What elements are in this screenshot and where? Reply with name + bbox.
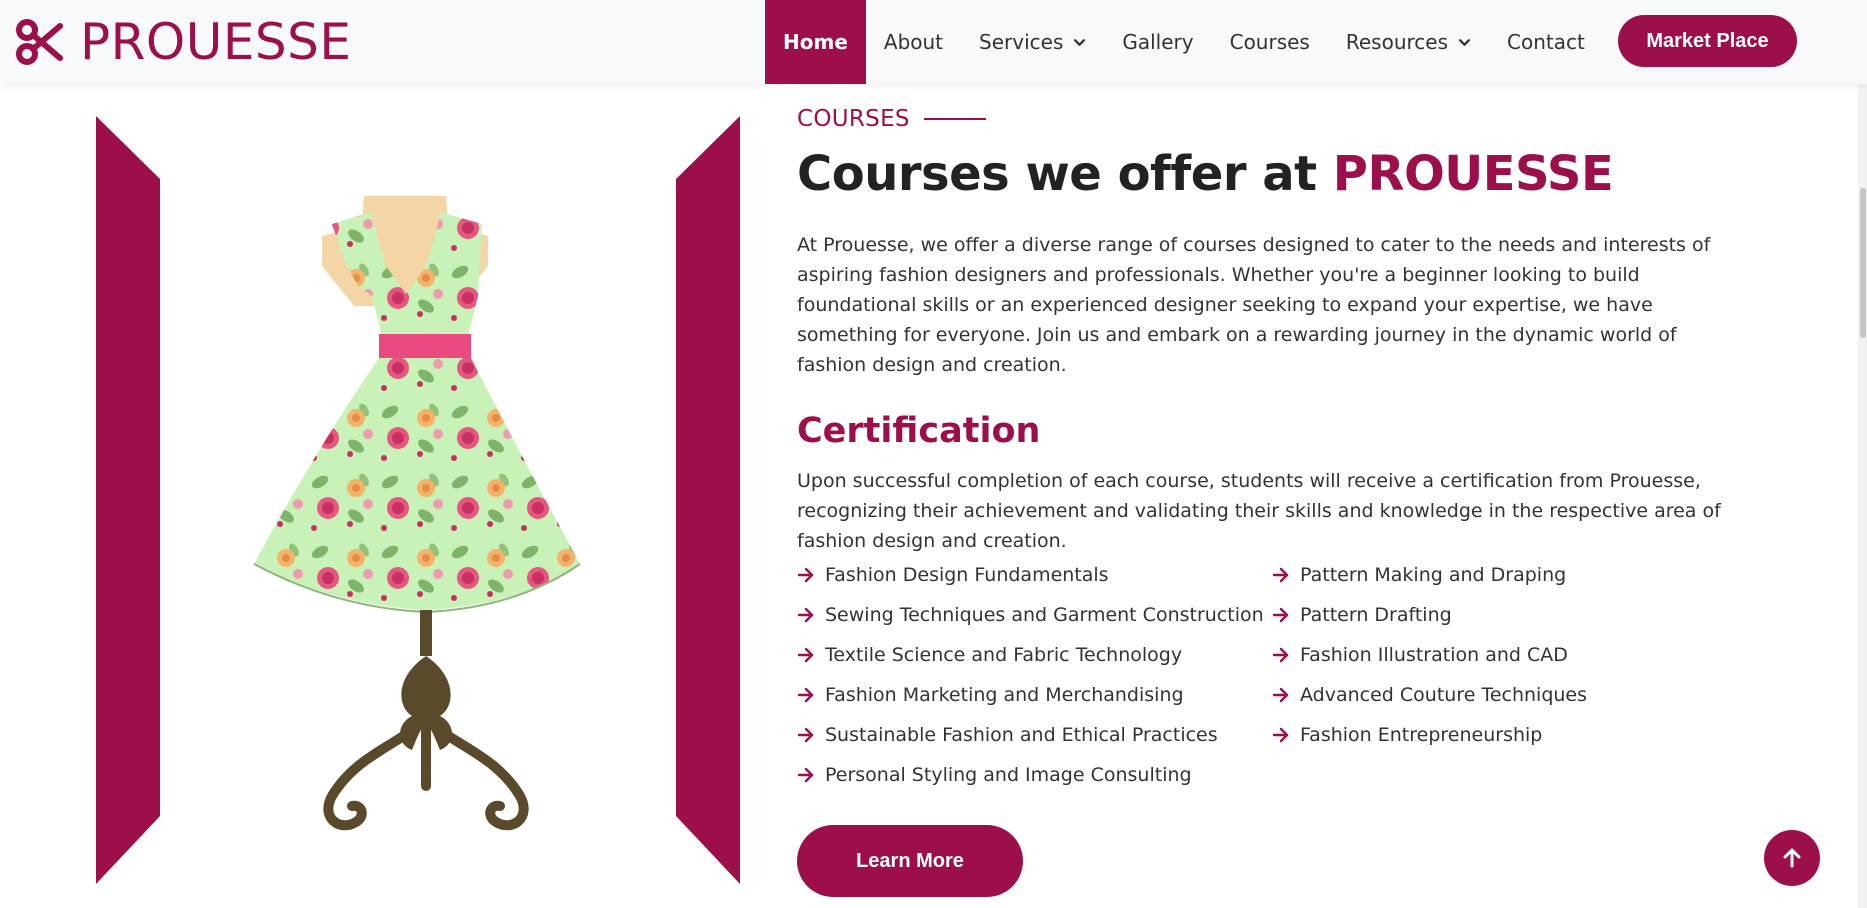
site-header: PROUESSE Home About Services Gallery Cou… [0,0,1867,84]
certification-paragraph: Upon successful completion of each cours… [797,470,1721,553]
list-item: Fashion Entrepreneurship [1272,715,1587,755]
course-name: Pattern Drafting [1300,604,1452,626]
heading-text: Courses we offer at [797,146,1333,202]
arrow-up-icon [1783,848,1801,868]
nav-item-gallery[interactable]: Gallery [1104,0,1211,84]
list-item: Pattern Making and Draping [1272,555,1587,595]
nav-label: About [883,30,944,54]
page: PROUESSE Home About Services Gallery Cou… [0,0,1867,908]
arrow-right-icon [1272,607,1289,623]
nav-item-contact[interactable]: Contact [1489,0,1603,84]
section-heading: Courses we offer at PROUESSE [797,146,1727,204]
course-name: Sustainable Fashion and Ethical Practice… [825,724,1218,746]
course-name: Textile Science and Fabric Technology [825,644,1183,666]
nav-label: Contact [1507,30,1585,54]
course-name: Personal Styling and Image Consulting [825,764,1192,786]
nav-label: Gallery [1122,30,1194,54]
courses-section: COURSES Courses we offer at PROUESSE At … [797,100,1727,556]
course-name: Fashion Illustration and CAD [1300,644,1568,666]
course-list-right: Pattern Making and Draping Pattern Draft… [1272,555,1587,755]
arrow-right-icon [1272,567,1289,583]
arrow-right-icon [797,607,814,623]
arrow-right-icon [797,727,814,743]
section-eyebrow: COURSES [797,100,1727,138]
arrow-right-icon [1272,727,1289,743]
list-item: Sustainable Fashion and Ethical Practice… [797,715,1264,755]
certification-heading: Certification [797,410,1041,451]
main-nav: Home About Services Gallery Courses Reso… [765,0,1603,84]
arrow-right-icon [1272,647,1289,663]
course-name: Sewing Techniques and Garment Constructi… [825,604,1264,626]
course-name: Fashion Design Fundamentals [825,564,1109,586]
nav-item-services[interactable]: Services [961,0,1104,84]
list-item: Fashion Marketing and Merchandising [797,675,1264,715]
arrow-right-icon [797,687,814,703]
list-item: Sewing Techniques and Garment Constructi… [797,595,1264,635]
arrow-right-icon [797,567,814,583]
nav-label: Courses [1229,30,1310,54]
course-name: Advanced Couture Techniques [1300,684,1588,706]
mannequin-dress-image [96,116,740,884]
nav-label: Resources [1345,30,1448,54]
course-list-left: Fashion Design Fundamentals Sewing Techn… [797,555,1264,795]
scrollbar-thumb[interactable] [1860,188,1866,338]
list-item: Textile Science and Fabric Technology [797,635,1264,675]
arrow-right-icon [1272,687,1289,703]
list-item: Advanced Couture Techniques [1272,675,1587,715]
nav-label: Services [979,30,1064,54]
back-to-top-button[interactable] [1764,830,1820,886]
list-item: Fashion Design Fundamentals [797,555,1264,595]
eyebrow-label: COURSES [797,106,910,132]
market-place-button[interactable]: Market Place [1618,15,1797,67]
list-item: Fashion Illustration and CAD [1272,635,1587,675]
chevron-down-icon [1074,38,1086,46]
course-name: Fashion Entrepreneurship [1300,724,1543,746]
arrow-right-icon [797,767,814,783]
nav-item-resources[interactable]: Resources [1328,0,1489,84]
course-name: Fashion Marketing and Merchandising [825,684,1184,706]
scissors-icon [16,19,63,65]
heading-brand: PROUESSE [1332,146,1614,202]
logo-link[interactable]: PROUESSE [16,14,352,70]
arrow-right-icon [797,647,814,663]
right-frame-shape [676,116,740,884]
left-frame-shape [96,116,160,884]
dress-illustration [96,116,740,884]
nav-label: Home [783,30,848,54]
eyebrow-divider [923,118,986,120]
course-name: Pattern Making and Draping [1300,564,1567,586]
list-item: Pattern Drafting [1272,595,1587,635]
chevron-down-icon [1458,38,1471,46]
brand-name: PROUESSE [80,13,352,71]
list-item: Personal Styling and Image Consulting [797,755,1264,795]
intro-paragraph: At Prouesse, we offer a diverse range of… [797,233,1711,376]
learn-more-button[interactable]: Learn More [797,825,1023,897]
nav-item-about[interactable]: About [866,0,961,84]
nav-item-courses[interactable]: Courses [1212,0,1328,84]
nav-item-home[interactable]: Home [765,0,866,84]
